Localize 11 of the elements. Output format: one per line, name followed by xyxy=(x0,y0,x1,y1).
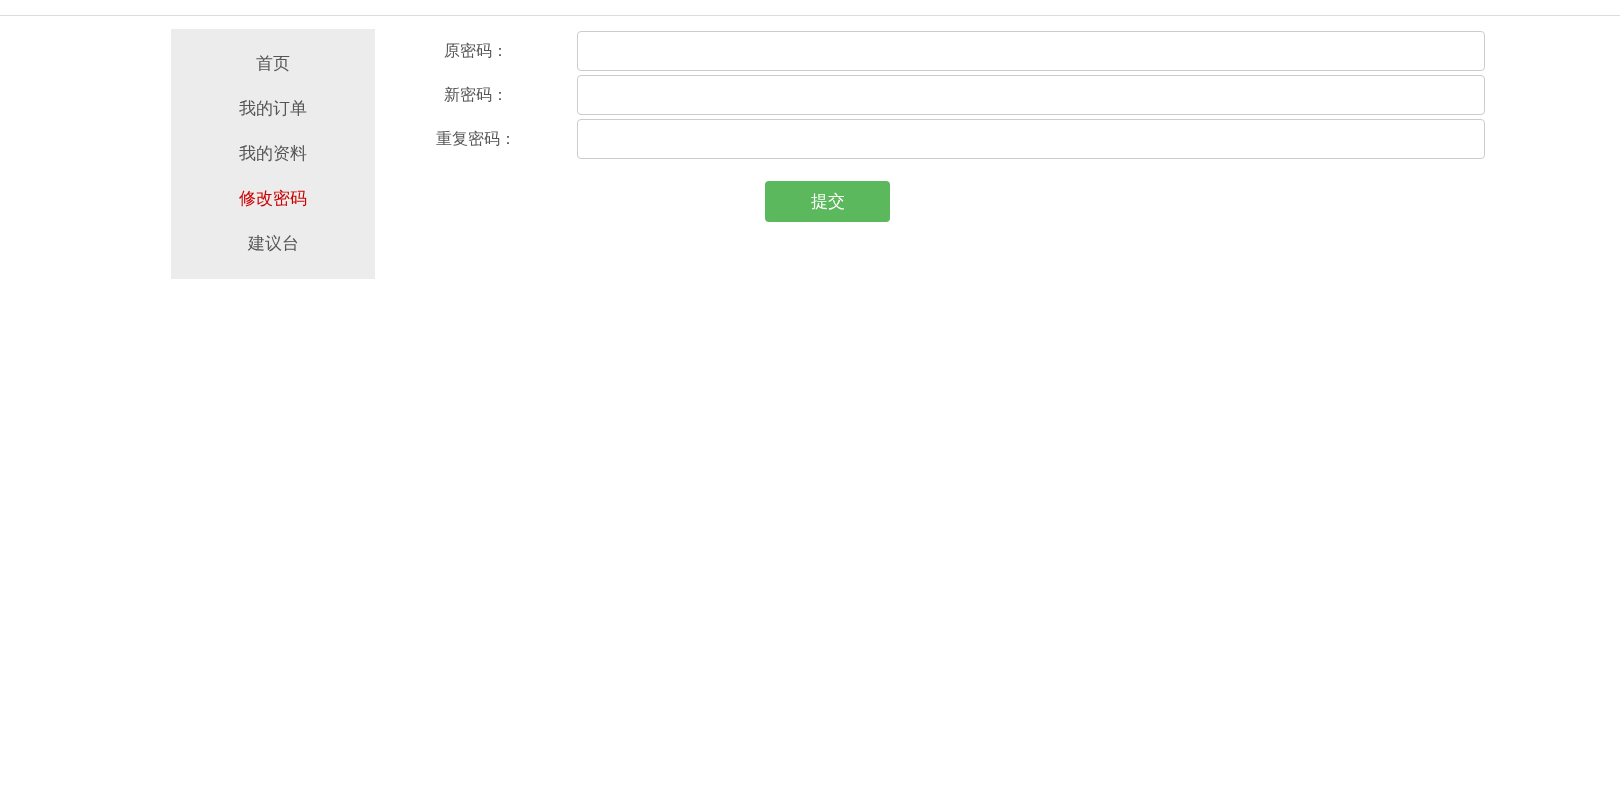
sidebar-item[interactable]: 建议台 xyxy=(247,221,299,266)
input-field[interactable] xyxy=(577,75,1485,115)
sidebar-item[interactable]: 我的资料 xyxy=(239,131,307,176)
field-label: 原密码： xyxy=(443,40,509,62)
input-field[interactable] xyxy=(577,119,1485,159)
sidebar-item[interactable]: 我的订单 xyxy=(239,86,307,131)
sidebar-item[interactable]: 修改密码 xyxy=(239,176,307,221)
sidebar-item[interactable]: 首页 xyxy=(256,41,290,86)
field-label: 重复密码： xyxy=(435,128,517,150)
input-field[interactable] xyxy=(577,31,1485,71)
field-label: 新密码： xyxy=(443,84,509,106)
